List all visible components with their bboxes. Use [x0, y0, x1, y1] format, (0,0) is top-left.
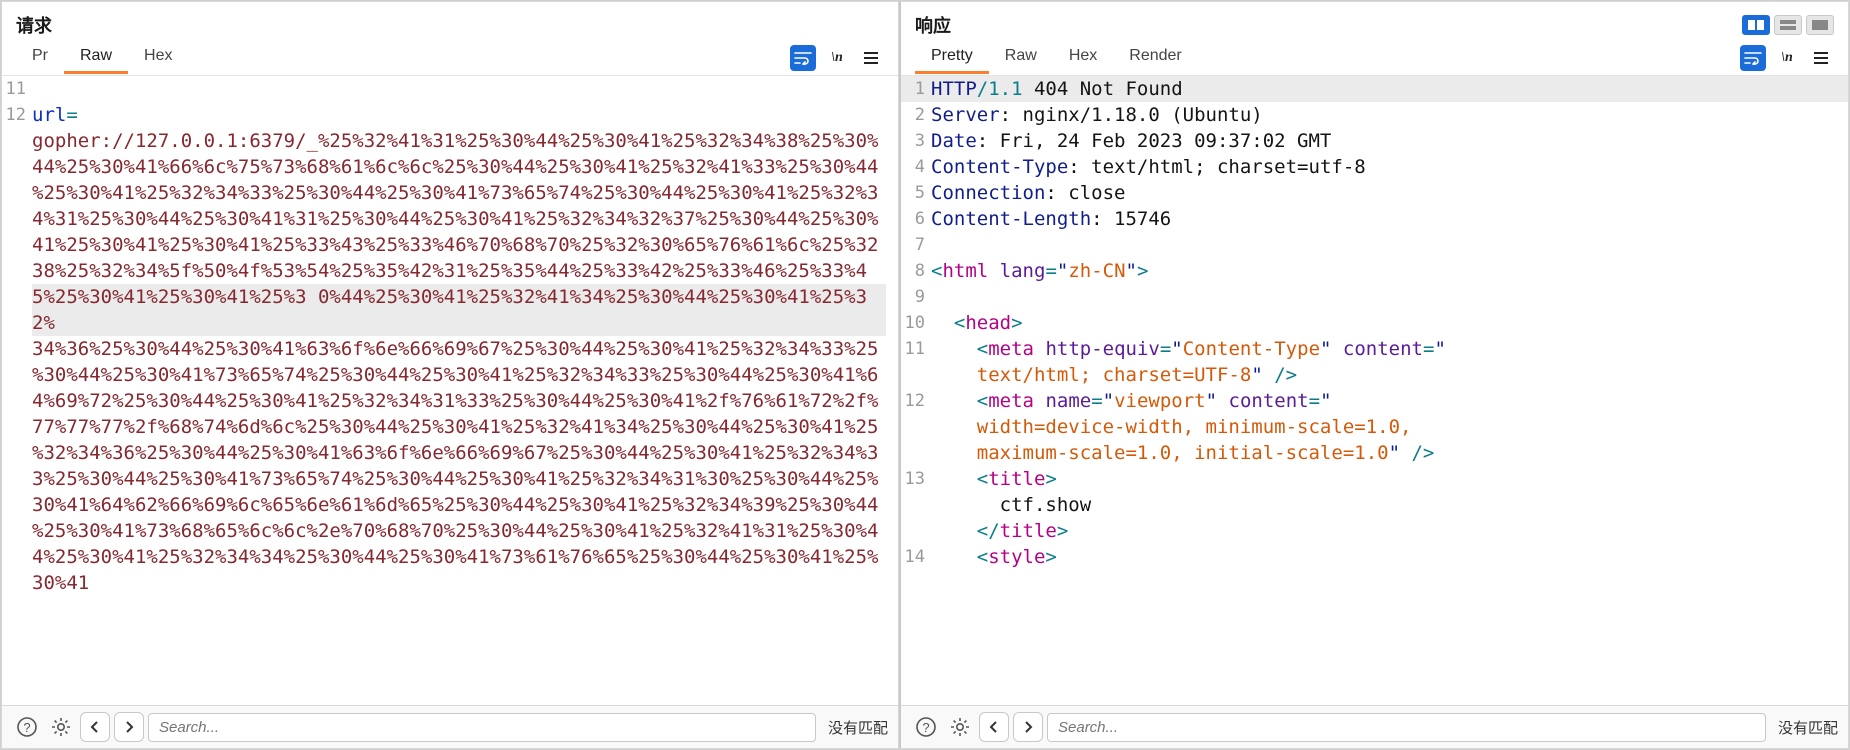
- tab-raw[interactable]: Raw: [64, 41, 128, 74]
- search-input[interactable]: [1047, 713, 1766, 742]
- request-code[interactable]: 1112url=gopher://127.0.0.1:6379/_%25%32%…: [2, 76, 898, 705]
- newline-icon[interactable]: \n: [824, 45, 850, 71]
- help-icon[interactable]: ?: [911, 712, 941, 742]
- response-tabbar: Pretty Raw Hex Render \n: [901, 40, 1848, 76]
- wrap-icon[interactable]: [1740, 45, 1766, 71]
- view-mode-buttons: [1742, 15, 1834, 35]
- prev-button[interactable]: [80, 712, 110, 742]
- request-footer: ? 没有匹配: [2, 705, 898, 748]
- view-stack-icon[interactable]: [1774, 15, 1802, 35]
- menu-icon[interactable]: [1808, 45, 1834, 71]
- response-code[interactable]: 1HTTP/1.1 404 Not Found2Server: nginx/1.…: [901, 76, 1848, 705]
- svg-text:?: ?: [922, 720, 929, 735]
- search-input[interactable]: [148, 713, 816, 742]
- response-pane: 响应 Pretty Raw Hex Render \n 1HTTP/1.1 40…: [899, 1, 1849, 749]
- view-split-icon[interactable]: [1742, 15, 1770, 35]
- response-footer: ? 没有匹配: [901, 705, 1848, 748]
- next-button[interactable]: [114, 712, 144, 742]
- tab-pretty[interactable]: Pretty: [915, 41, 989, 74]
- response-title: 响应: [915, 12, 951, 38]
- tab-raw-resp[interactable]: Raw: [989, 41, 1053, 74]
- svg-text:?: ?: [23, 720, 30, 735]
- gear-icon[interactable]: [46, 712, 76, 742]
- next-button[interactable]: [1013, 712, 1043, 742]
- tab-pr[interactable]: Pr: [16, 41, 64, 74]
- wrap-icon[interactable]: [790, 45, 816, 71]
- tab-render[interactable]: Render: [1113, 41, 1197, 74]
- no-match-label: 没有匹配: [828, 717, 888, 738]
- request-pane: 请求 Pr Raw Hex \n 1112url=gopher://127.0.…: [1, 1, 899, 749]
- help-icon[interactable]: ?: [12, 712, 42, 742]
- prev-button[interactable]: [979, 712, 1009, 742]
- tab-hex[interactable]: Hex: [128, 41, 188, 74]
- no-match-label: 没有匹配: [1778, 717, 1838, 738]
- request-tabbar: Pr Raw Hex \n: [2, 40, 898, 76]
- menu-icon[interactable]: [858, 45, 884, 71]
- view-single-icon[interactable]: [1806, 15, 1834, 35]
- request-title: 请求: [16, 12, 52, 38]
- tab-hex-resp[interactable]: Hex: [1053, 41, 1113, 74]
- gear-icon[interactable]: [945, 712, 975, 742]
- newline-icon[interactable]: \n: [1774, 45, 1800, 71]
